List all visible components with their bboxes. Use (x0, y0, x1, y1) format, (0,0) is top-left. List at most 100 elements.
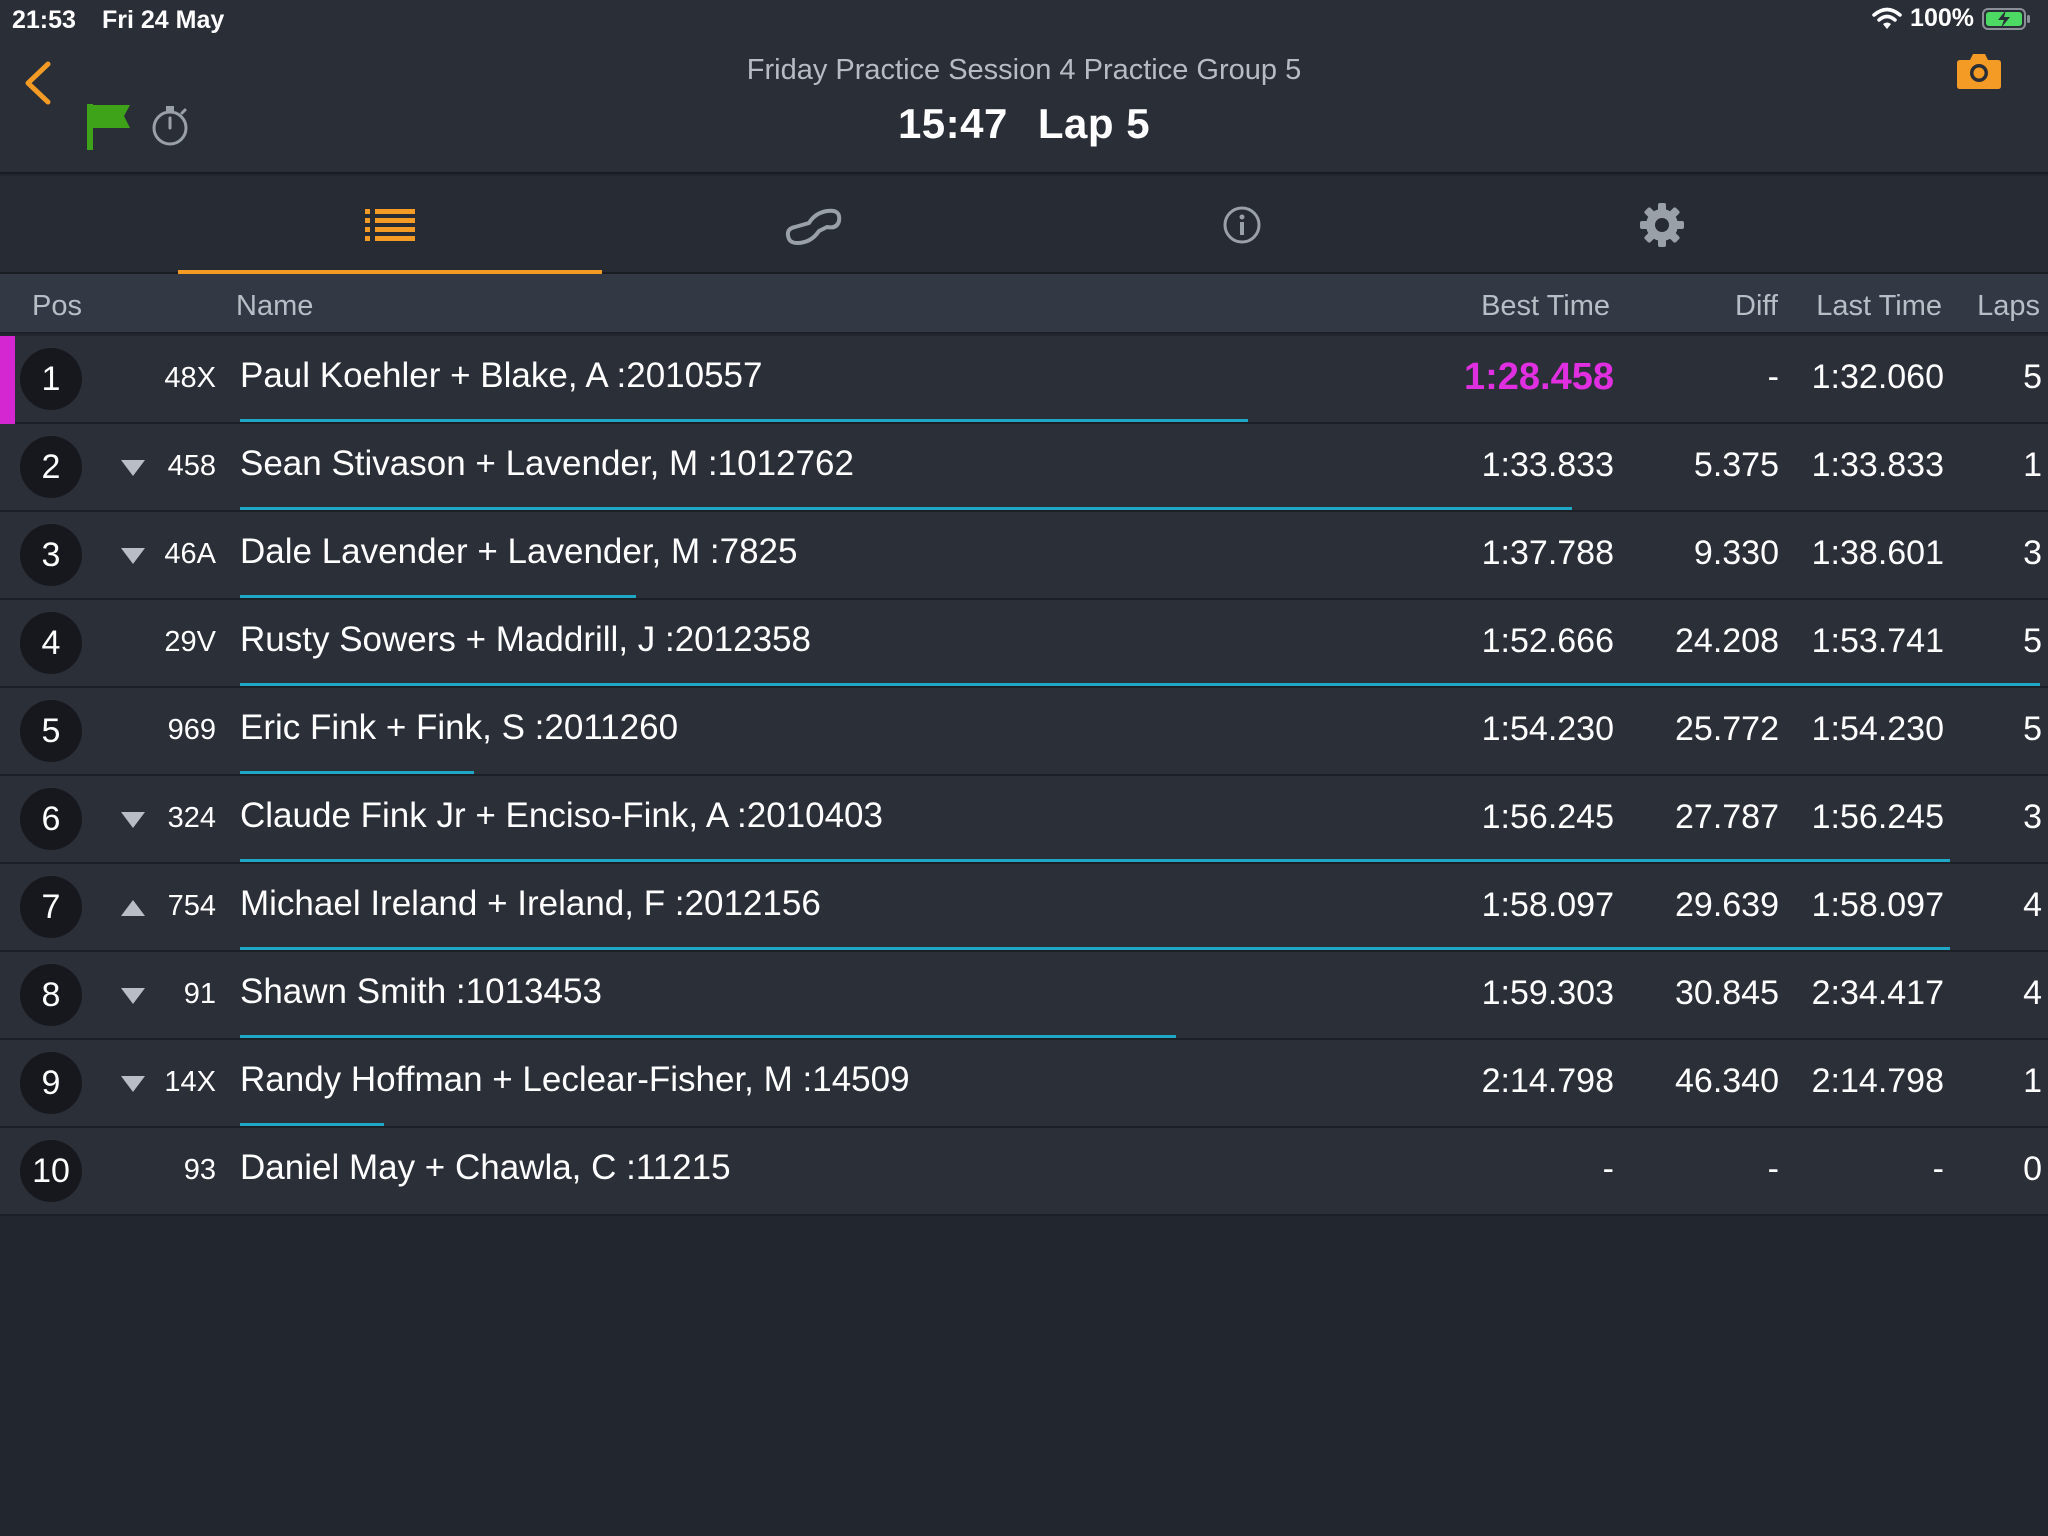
laps-count: 1 (2023, 1062, 2042, 1100)
position-badge: 3 (20, 524, 82, 586)
car-number: 324 (167, 802, 216, 834)
gap-diff: 29.639 (1675, 886, 1779, 924)
best-time: 1:33.833 (1481, 446, 1614, 484)
table-row[interactable]: 9 14X Randy Hoffman + Leclear-Fisher, M :1… (0, 1040, 2048, 1128)
position-badge: 2 (20, 436, 82, 498)
best-time: 1:56.245 (1481, 798, 1614, 836)
table-row[interactable]: 8 91 Shawn Smith :1013453 1:59.303 30.845 2:3… (0, 952, 2048, 1040)
col-name[interactable]: Name (236, 290, 313, 323)
driver-name: Claude Fink Jr + Enciso-Fink, A :2010403 (240, 796, 883, 835)
gap-diff: 30.845 (1675, 974, 1779, 1012)
last-time: 1:33.833 (1811, 446, 1944, 484)
driver-name: Dale Lavender + Lavender, M :7825 (240, 532, 798, 571)
car-number: 48X (164, 362, 216, 394)
table-row[interactable]: 3 46A Dale Lavender + Lavender, M :7825 1:3… (0, 512, 2048, 600)
gap-diff: 46.340 (1675, 1062, 1779, 1100)
position-badge: 10 (20, 1140, 82, 1202)
last-time: 2:34.417 (1811, 974, 1944, 1012)
tab-settings[interactable] (1450, 176, 1874, 274)
driver-name: Shawn Smith :1013453 (240, 972, 602, 1011)
col-laps[interactable]: Laps (1977, 290, 2040, 323)
tab-info[interactable] (1030, 176, 1454, 274)
table-row[interactable]: 4 29V Rusty Sowers + Maddrill, J :2012358 1… (0, 600, 2048, 688)
table-row[interactable]: 2 458 Sean Stivason + Lavender, M :1012762… (0, 424, 2048, 512)
car-number: 46A (164, 538, 216, 570)
position-badge: 9 (20, 1052, 82, 1114)
lap-progress-bar (240, 419, 1248, 422)
status-date: Fri 24 May (102, 6, 225, 34)
gap-diff: 24.208 (1675, 622, 1779, 660)
lap-progress-bar (240, 947, 1950, 950)
laps-count: 5 (2023, 710, 2042, 748)
camera-button[interactable] (1956, 52, 2002, 95)
driver-name: Michael Ireland + Ireland, F :2012156 (240, 884, 821, 923)
lap-progress-bar (240, 1123, 384, 1126)
driver-name: Rusty Sowers + Maddrill, J :2012358 (240, 620, 811, 659)
best-time: 1:52.666 (1481, 622, 1614, 660)
best-time: 2:14.798 (1481, 1062, 1614, 1100)
track-map-icon (785, 208, 842, 245)
laps-count: 5 (2023, 622, 2042, 660)
laps-count: 5 (2023, 358, 2042, 396)
header: 21:53 Fri 24 May 100% Friday Practice Se… (0, 0, 2048, 174)
column-headers: Pos Name Best Time Diff Last Time Laps (0, 274, 2048, 334)
gap-diff: 27.787 (1675, 798, 1779, 836)
last-time: 1:54.230 (1811, 710, 1944, 748)
gap-diff: - (1767, 358, 1779, 396)
position-badge: 1 (20, 348, 82, 410)
driver-name: Paul Koehler + Blake, A :2010557 (240, 356, 763, 395)
driver-name: Daniel May + Chawla, C :11215 (240, 1148, 731, 1187)
position-badge: 8 (20, 964, 82, 1026)
last-time: 2:14.798 (1811, 1062, 1944, 1100)
car-number: 93 (183, 1154, 216, 1186)
battery-percent: 100% (1910, 4, 1974, 32)
position-down-icon (121, 988, 145, 1004)
laps-count: 4 (2023, 974, 2042, 1012)
table-row[interactable]: 1 48X Paul Koehler + Blake, A :2010557 1:28… (0, 336, 2048, 424)
lap-progress-bar (240, 1035, 1176, 1038)
driver-name: Sean Stivason + Lavender, M :1012762 (240, 444, 854, 483)
clock-lap: 15:47 Lap 5 (0, 100, 2048, 148)
last-time: 1:56.245 (1811, 798, 1944, 836)
col-last-time[interactable]: Last Time (1816, 290, 1942, 323)
gap-diff: - (1767, 1150, 1779, 1188)
car-number: 969 (167, 714, 216, 746)
last-time: - (1932, 1150, 1944, 1188)
best-time: 1:59.303 (1481, 974, 1614, 1012)
gap-diff: 9.330 (1693, 534, 1779, 572)
lap-progress-bar (240, 683, 2040, 686)
driver-name: Randy Hoffman + Leclear-Fisher, M :14509 (240, 1060, 910, 1099)
laps-count: 3 (2023, 798, 2042, 836)
best-time: - (1602, 1150, 1614, 1188)
table-row[interactable]: 10 93 Daniel May + Chawla, C :11215 - - - 0 (0, 1128, 2048, 1216)
last-time: 1:58.097 (1811, 886, 1944, 924)
table-row[interactable]: 5 969 Eric Fink + Fink, S :2011260 1:54.230… (0, 688, 2048, 776)
position-down-icon (121, 812, 145, 828)
car-number: 91 (183, 978, 216, 1010)
position-down-icon (121, 460, 145, 476)
camera-icon (1957, 54, 2001, 89)
status-time: 21:53 (12, 6, 76, 34)
leaderboard-list: 1 48X Paul Koehler + Blake, A :2010557 1:28… (0, 336, 2048, 1216)
col-best-time[interactable]: Best Time (1481, 290, 1610, 323)
lap-progress-bar (240, 771, 474, 774)
table-row[interactable]: 6 324 Claude Fink Jr + Enciso-Fink, A :201… (0, 776, 2048, 864)
gap-diff: 25.772 (1675, 710, 1779, 748)
wifi-icon (1872, 7, 1902, 29)
last-time: 1:53.741 (1811, 622, 1944, 660)
tab-leaderboard[interactable] (178, 176, 602, 274)
best-time: 1:37.788 (1481, 534, 1614, 572)
position-badge: 4 (20, 612, 82, 674)
session-clock: 15:47 (897, 100, 1008, 147)
car-number: 458 (167, 450, 216, 482)
battery-charging-icon (1982, 7, 2030, 30)
list-icon (365, 209, 415, 241)
col-diff[interactable]: Diff (1735, 290, 1778, 323)
best-time: 1:28.458 (1463, 356, 1614, 398)
fastest-lap-marker (0, 336, 15, 424)
best-time: 1:58.097 (1481, 886, 1614, 924)
table-row[interactable]: 7 754 Michael Ireland + Ireland, F :201215… (0, 864, 2048, 952)
tab-track-map[interactable] (602, 176, 1026, 274)
tab-bar (0, 176, 2048, 274)
col-pos[interactable]: Pos (32, 290, 82, 323)
